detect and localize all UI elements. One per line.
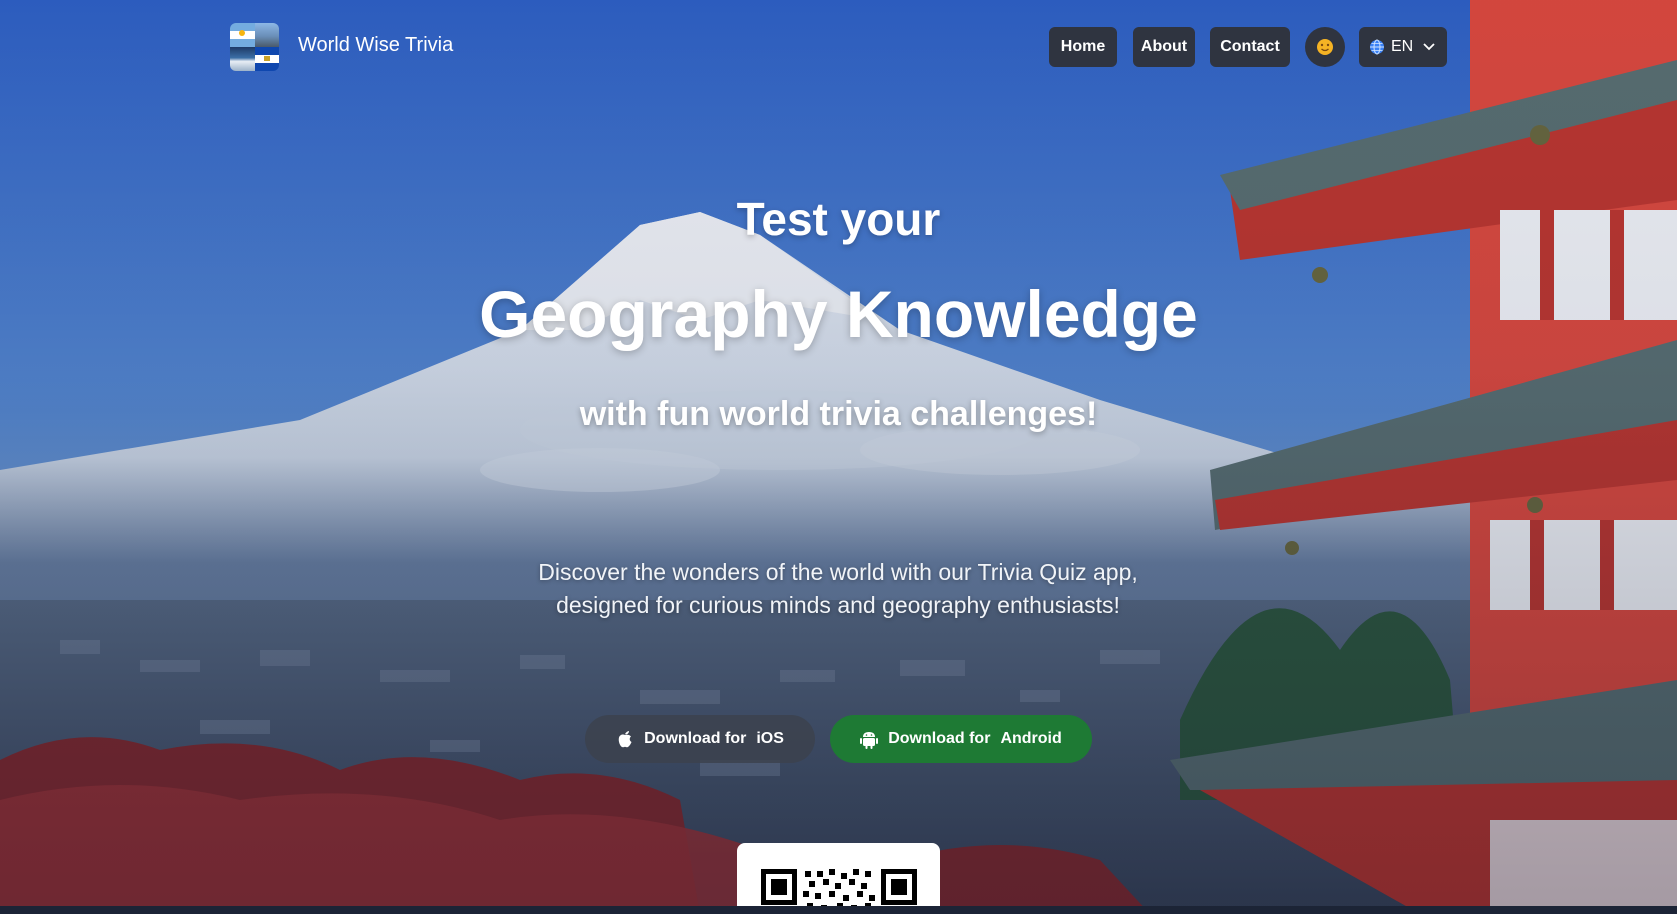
- download-android-prefix: Download for: [888, 730, 991, 747]
- download-android-button[interactable]: Download for Android: [830, 715, 1092, 763]
- nav-contact-button[interactable]: Contact: [1210, 27, 1290, 67]
- logo-flag-argentina: [230, 23, 255, 47]
- hero-description-line2: designed for curious minds and geography…: [556, 592, 1120, 618]
- hero-description-line1: Discover the wonders of the world with o…: [538, 559, 1138, 585]
- language-selected-label: EN: [1391, 38, 1414, 55]
- download-ios-platform: iOS: [756, 730, 784, 747]
- download-ios-button[interactable]: Download for iOS: [585, 715, 815, 763]
- hero-heading-line1: Test your: [736, 193, 941, 245]
- logo-photo-mountain: [254, 23, 279, 47]
- download-android-platform: Android: [1000, 730, 1062, 747]
- logo-photo-city: [230, 47, 255, 71]
- site-header: World Wise Trivia Home About Contact EN: [0, 0, 1677, 95]
- brand-logo[interactable]: [230, 23, 279, 71]
- theme-toggle-button[interactable]: [1305, 27, 1345, 67]
- sun-face-icon: [1317, 39, 1333, 55]
- download-ios-prefix: Download for: [644, 730, 747, 747]
- chevron-down-icon: [1423, 43, 1435, 51]
- android-icon: [860, 732, 879, 749]
- hero-heading-line3: with fun world trivia challenges!: [579, 395, 1098, 433]
- qr-code-card: [737, 843, 940, 914]
- bottom-edge-bar: [0, 906, 1677, 914]
- logo-flag-el-salvador: [254, 47, 279, 71]
- hero-description: Discover the wonders of the world with o…: [488, 556, 1188, 622]
- apple-icon: [618, 731, 632, 748]
- brand-name[interactable]: World Wise Trivia: [298, 34, 453, 57]
- globe-icon: [1370, 39, 1384, 55]
- hero-overlay: [0, 0, 1677, 914]
- nav-home-button[interactable]: Home: [1049, 27, 1117, 67]
- nav-about-button[interactable]: About: [1133, 27, 1195, 67]
- hero-background: [0, 0, 1677, 914]
- qr-code-icon: [761, 869, 917, 911]
- hero-heading-line2: Geography Knowledge: [479, 277, 1198, 351]
- language-select[interactable]: EN: [1359, 27, 1447, 67]
